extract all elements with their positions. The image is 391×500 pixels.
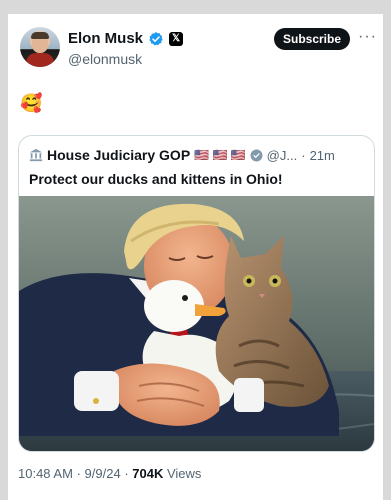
avatar-hair <box>31 32 49 39</box>
quoted-tweet-text: Protect our ducks and kittens in Ohio! <box>29 171 283 187</box>
author-name[interactable]: Elon Musk <box>68 30 143 47</box>
view-count[interactable]: 704K <box>132 466 163 481</box>
us-flags: 🇺🇸 🇺🇸 🇺🇸 <box>194 148 246 162</box>
tweet-time[interactable]: 10:48 AM <box>18 466 73 481</box>
quoted-timestamp[interactable]: 21m <box>310 148 335 163</box>
quoted-author-name[interactable]: House Judiciary GOP <box>47 147 190 163</box>
subscribe-button[interactable]: Subscribe <box>274 28 350 50</box>
quoted-author-handle[interactable]: @J... <box>267 148 298 163</box>
author-avatar[interactable] <box>20 27 60 67</box>
avatar-shirt <box>26 53 54 67</box>
gray-verified-badge-icon <box>250 149 263 161</box>
footer-separator: · <box>124 466 129 481</box>
government-building-icon <box>29 148 43 162</box>
more-dots-icon[interactable]: ··· <box>358 28 377 46</box>
verified-badge-icon <box>149 31 163 45</box>
tweet-text-emoji: 🥰 <box>20 93 43 113</box>
tweet-card: Elon Musk 𝕏 @elonmusk Subscribe ··· 🥰 Ho… <box>8 14 383 500</box>
quoted-tweet-header: House Judiciary GOP 🇺🇸 🇺🇸 🇺🇸 @J... · 21m <box>29 147 335 163</box>
quoted-tweet-image[interactable] <box>19 196 374 451</box>
quoted-tweet[interactable]: House Judiciary GOP 🇺🇸 🇺🇸 🇺🇸 @J... · 21m… <box>18 135 375 452</box>
meta-separator: · <box>301 147 306 163</box>
tweet-date[interactable]: 9/9/24 <box>85 466 121 481</box>
footer-separator: · <box>76 466 81 481</box>
tweet-metadata: 10:48 AM · 9/9/24 · 704K Views <box>18 466 201 481</box>
x-logo-icon: 𝕏 <box>169 31 184 46</box>
views-label: Views <box>166 466 202 481</box>
author-handle[interactable]: @elonmusk <box>68 51 142 67</box>
author-name-row: Elon Musk 𝕏 <box>68 30 184 47</box>
